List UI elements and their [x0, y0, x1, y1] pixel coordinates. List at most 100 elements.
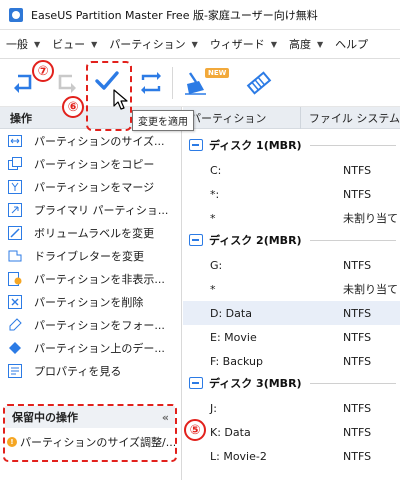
op-delete-partition[interactable]: パーティションを削除: [0, 290, 181, 313]
partition-fs: NTFS: [343, 401, 372, 415]
menu-wizard[interactable]: ウィザード ▼: [204, 30, 283, 58]
op-resize-partition[interactable]: パーティションのサイズ...: [0, 129, 181, 152]
disk-label: ディスク 2(MBR): [209, 234, 302, 247]
warning-icon: !: [7, 437, 17, 447]
pending-item-label: パーティションのサイズ調整/...: [20, 436, 175, 449]
operations-pane: 操作 パーティションのサイズ... パーティションをコピー パーティションをマー…: [0, 107, 182, 480]
partition-fs: NTFS: [343, 425, 372, 439]
partition-name: *:: [210, 187, 220, 201]
op-copy-partition[interactable]: パーティションをコピー: [0, 152, 181, 175]
step-6-marker: ⑥: [62, 96, 84, 118]
op-label: プライマリ パーティショ...: [34, 203, 169, 217]
mouse-cursor-icon: [113, 89, 128, 110]
partition-fs: NTFS: [343, 258, 372, 272]
op-format-partition[interactable]: パーティションをフォー...: [0, 313, 181, 336]
op-label: パーティション上のデー...: [34, 341, 165, 355]
collapse-icon[interactable]: «: [162, 411, 169, 424]
op-label: パーティションのサイズ...: [34, 134, 165, 148]
app-logo-icon: [9, 7, 23, 22]
pending-item[interactable]: ! パーティションのサイズ調整/...: [5, 432, 175, 452]
refresh-button[interactable]: [136, 68, 166, 98]
op-primary-partition[interactable]: プライマリ パーティショ...: [0, 198, 181, 221]
partition-row[interactable]: *: NTFS: [183, 182, 400, 206]
chevron-down-icon: ▼: [91, 39, 98, 49]
window-title: EaseUS Partition Master Free 版-家庭ユーザー向け無…: [31, 8, 318, 22]
partition-name: D: Data: [210, 306, 252, 320]
merge-icon: [8, 179, 22, 194]
step-5-marker: ⑤: [184, 419, 206, 441]
op-label: パーティションをコピー: [34, 157, 155, 171]
menu-general[interactable]: 一般 ▼: [0, 30, 46, 58]
partition-row-selected[interactable]: D: Data NTFS: [183, 301, 400, 325]
partition-name: J:: [210, 401, 217, 415]
refresh-icon: [141, 72, 161, 94]
hide-icon: [8, 271, 22, 286]
disk-row[interactable]: ディスク 2(MBR): [183, 229, 400, 251]
operations-list: パーティションのサイズ... パーティションをコピー パーティションをマージ プ…: [0, 129, 181, 382]
pending-header[interactable]: 保留中の操作 «: [5, 406, 175, 428]
title-bar: EaseUS Partition Master Free 版-家庭ユーザー向け無…: [0, 0, 400, 30]
partition-grid: パーティション ファイル システム ディスク 1(MBR) C: NTFS *: N…: [183, 107, 400, 480]
properties-icon: [8, 363, 22, 378]
op-label: パーティションをマージ: [34, 180, 155, 194]
delete-icon: [8, 294, 22, 309]
partition-row[interactable]: J: NTFS: [183, 396, 400, 420]
disk-icon: [189, 234, 203, 246]
label-edit-icon: [8, 225, 22, 240]
menu-bar: 一般 ▼ ビュー ▼ パーティション ▼ ウィザード ▼ 高度 ▼ ヘルプ: [0, 30, 400, 59]
op-label: パーティションをフォー...: [34, 318, 165, 332]
partition-name: E: Movie: [210, 330, 257, 344]
step-7-marker: ⑦: [32, 60, 54, 82]
partition-fs: NTFS: [343, 187, 372, 201]
op-hide-partition[interactable]: パーティションを非表示...: [0, 267, 181, 290]
chevron-down-icon: ▼: [34, 39, 41, 49]
redo-button[interactable]: [52, 68, 82, 98]
chevron-down-icon: ▼: [270, 39, 277, 49]
apply-tooltip: 変更を適用: [132, 110, 194, 131]
copy-icon: [8, 156, 22, 171]
disk-label: ディスク 3(MBR): [209, 377, 302, 390]
wipe-icon: [8, 341, 22, 355]
divider: [309, 144, 396, 146]
partition-name: C:: [210, 163, 222, 177]
divider: [309, 239, 396, 241]
eraser-button[interactable]: [244, 68, 274, 98]
disk-icon: [189, 139, 203, 151]
partition-row[interactable]: F: Backup NTFS: [183, 349, 400, 373]
disk-icon: [189, 377, 203, 389]
column-partition[interactable]: パーティション: [183, 107, 301, 129]
menu-advanced[interactable]: 高度 ▼: [283, 30, 329, 58]
partition-name: L: Movie-2: [210, 449, 267, 463]
op-label: パーティションを非表示...: [34, 272, 165, 286]
menu-help[interactable]: ヘルプ: [329, 30, 374, 58]
column-filesystem[interactable]: ファイル システム: [301, 110, 400, 126]
partition-row[interactable]: E: Movie NTFS: [183, 325, 400, 349]
op-wipe-data[interactable]: パーティション上のデー...: [0, 336, 181, 359]
partition-fs: NTFS: [343, 330, 372, 344]
op-label: ボリュームラベルを変更: [34, 226, 155, 240]
partition-row[interactable]: G: NTFS: [183, 253, 400, 277]
menu-advanced-label: 高度: [288, 38, 311, 51]
op-change-volume-label[interactable]: ボリュームラベルを変更: [0, 221, 181, 244]
eraser-icon: [246, 71, 272, 95]
menu-view[interactable]: ビュー ▼: [46, 30, 103, 58]
pending-title: 保留中の操作: [12, 411, 78, 424]
new-badge: NEW: [205, 68, 230, 78]
op-change-drive-letter[interactable]: ドライブレターを変更: [0, 244, 181, 267]
op-view-properties[interactable]: プロパティを見る: [0, 359, 181, 382]
disk-row[interactable]: ディスク 1(MBR): [183, 134, 400, 156]
partition-row[interactable]: * 未割り当て: [183, 277, 400, 301]
partition-row[interactable]: * 未割り当て: [183, 206, 400, 230]
op-merge-partition[interactable]: パーティションをマージ: [0, 175, 181, 198]
partition-row[interactable]: L: Movie-2 NTFS: [183, 444, 400, 468]
menu-wizard-label: ウィザード: [209, 38, 265, 51]
toolbar: [0, 59, 400, 107]
partition-row[interactable]: C: NTFS: [183, 158, 400, 182]
partition-row[interactable]: K: Data NTFS: [183, 420, 400, 444]
menu-partition[interactable]: パーティション ▼: [103, 30, 204, 58]
pending-operations-box: 保留中の操作 « ! パーティションのサイズ調整/...: [3, 404, 177, 462]
divider: [309, 382, 396, 384]
drive-letter-icon: [8, 249, 22, 263]
menu-view-label: ビュー: [52, 38, 86, 51]
disk-row[interactable]: ディスク 3(MBR): [183, 372, 400, 394]
